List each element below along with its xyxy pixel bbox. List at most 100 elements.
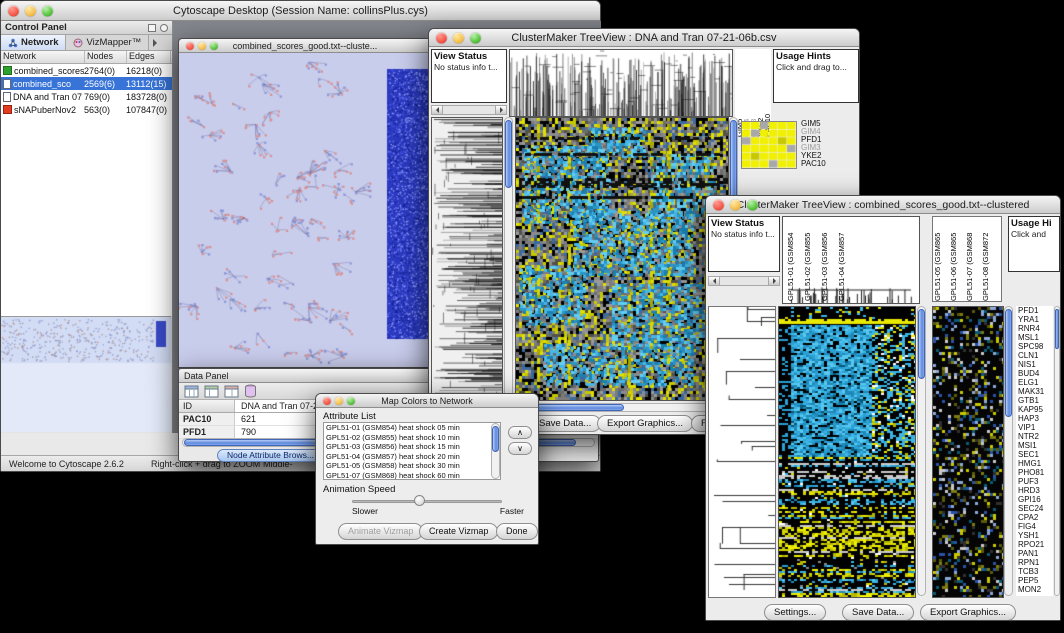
gene-list-scrollbar[interactable] <box>1054 306 1060 596</box>
column-label: GPL51-05 (GSM865 <box>933 217 949 301</box>
control-panel-header: Control Panel <box>1 21 172 35</box>
close-panel-icon[interactable] <box>160 24 168 32</box>
column-dendrogram-canvas[interactable] <box>509 49 733 117</box>
attribute-list-scrollbar[interactable] <box>491 423 500 479</box>
column-label: GPL51-04 (GSM857 <box>837 217 854 301</box>
scrollbar-thumb[interactable] <box>918 309 925 379</box>
scrollbar-thumb[interactable] <box>1005 309 1012 417</box>
minimize-button[interactable] <box>335 397 343 405</box>
attribute-item[interactable]: GPL51-05 (GSM858) heat shock 30 min <box>324 461 500 471</box>
treeview2-content: View Status No status info t... GPL51-01… <box>706 214 1060 620</box>
close-button[interactable] <box>8 5 19 16</box>
close-button[interactable] <box>436 32 447 43</box>
zoom-button[interactable] <box>210 42 218 50</box>
row-dendrogram-canvas[interactable] <box>431 117 503 401</box>
gene-label: PAN1 <box>1016 549 1053 558</box>
attribute-item[interactable]: GPL51-02 (GSM855) heat shock 10 min <box>324 433 500 443</box>
dendrogram-vscrollbar[interactable] <box>504 117 513 399</box>
done-button[interactable]: Done <box>496 523 538 540</box>
export-graphics-button[interactable]: Export Graphics... <box>920 604 1016 620</box>
birdseye-view-canvas[interactable] <box>1 316 171 432</box>
node-attribute-browser-button[interactable]: Node Attribute Brows... <box>217 449 324 462</box>
minimize-button[interactable] <box>198 42 206 50</box>
attribute-list[interactable]: GPL51-01 (GSM854) heat shock 05 minGPL51… <box>323 422 501 480</box>
save-data-button[interactable]: Save Data... <box>842 604 914 620</box>
tab-overflow-arrow[interactable] <box>149 35 165 50</box>
settings-button[interactable]: Settings... <box>764 604 826 620</box>
gene-label: HAP3 <box>1016 414 1053 423</box>
network-row[interactable]: combined_scores2764(0)16218(0) <box>1 64 172 77</box>
column-label: GPL51-08 (GSM872 <box>981 217 997 301</box>
gene-label: PAC10 <box>801 160 826 168</box>
attribute-store-icon[interactable] <box>244 384 257 398</box>
create-attribute-icon[interactable] <box>204 385 219 398</box>
float-panel-icon[interactable] <box>148 24 156 32</box>
export-graphics-button[interactable]: Export Graphics... <box>597 415 693 432</box>
map-colors-dialog: Map Colors to Network Attribute List GPL… <box>315 393 539 545</box>
scroll-left-arrow[interactable] <box>709 277 720 285</box>
minimize-button[interactable] <box>25 5 36 16</box>
animate-vizmap-button[interactable]: Animate Vizmap <box>338 523 423 540</box>
create-vizmap-button[interactable]: Create Vizmap <box>419 523 498 540</box>
mini-hscrollbar[interactable] <box>708 276 780 286</box>
close-button[interactable] <box>186 42 194 50</box>
save-data-button[interactable]: Save Data... <box>529 415 601 432</box>
gene-label: ELG1 <box>1016 378 1053 387</box>
treeview2-title: ClusterMaker TreeView : combined_scores_… <box>737 199 1030 211</box>
id-column-header[interactable]: ID <box>179 400 235 412</box>
scrollbar-thumb[interactable] <box>505 120 512 188</box>
zoom-heatmap-canvas[interactable] <box>741 121 797 169</box>
usage-hints-title: Usage Hints <box>776 51 856 62</box>
animation-speed-slider[interactable] <box>352 500 502 503</box>
global-heatmap-canvas[interactable] <box>778 306 916 598</box>
treeview2-title-bar[interactable]: ClusterMaker TreeView : combined_scores_… <box>706 196 1060 214</box>
attribute-item[interactable]: GPL51-07 (GSM868) heat shock 60 min <box>324 471 500 481</box>
main-title-bar[interactable]: Cytoscape Desktop (Session Name: collins… <box>1 1 600 21</box>
mini-hscrollbar[interactable] <box>431 105 507 115</box>
close-button[interactable] <box>323 397 331 405</box>
scrollbar-thumb[interactable] <box>1055 309 1059 349</box>
gene-label: SEC24 <box>1016 504 1053 513</box>
network-row[interactable]: combined_sco2569(6)13112(15) <box>1 77 172 90</box>
network-table-header[interactable]: Network Nodes Edges <box>1 51 172 64</box>
network-row[interactable]: sNAPuberNov2563(0)107847(0) <box>1 103 172 116</box>
tab-vizmapper[interactable]: VizMapper™ <box>66 35 149 50</box>
scrollbar-thumb[interactable] <box>492 426 499 452</box>
zoom-button[interactable] <box>42 5 53 16</box>
minimize-button[interactable] <box>453 32 464 43</box>
network-row[interactable]: DNA and Tran 07769(0)183728(0) <box>1 90 172 103</box>
scroll-left-arrow[interactable] <box>432 106 443 114</box>
network-icon <box>8 38 18 48</box>
scroll-right-arrow[interactable] <box>495 106 506 114</box>
attribute-item[interactable]: GPL51-04 (GSM857) heat shock 20 min <box>324 452 500 462</box>
zoom-vscrollbar[interactable] <box>1004 306 1013 596</box>
slider-thumb[interactable] <box>414 495 425 506</box>
dialog-title-bar[interactable]: Map Colors to Network <box>316 394 538 408</box>
select-attributes-icon[interactable] <box>184 385 199 398</box>
minimize-button[interactable] <box>730 199 741 210</box>
delete-attribute-icon[interactable] <box>224 385 239 398</box>
close-button[interactable] <box>713 199 724 210</box>
row-dendrogram-canvas[interactable] <box>708 306 776 598</box>
view-status-panel: View Status No status info t... <box>431 49 507 103</box>
move-down-button[interactable]: ∨ <box>508 442 532 455</box>
zoom-button[interactable] <box>747 199 758 210</box>
scroll-right-arrow[interactable] <box>768 277 779 285</box>
attribute-item[interactable]: GPL51-01 (GSM854) heat shock 05 min <box>324 423 500 433</box>
zoom-button[interactable] <box>470 32 481 43</box>
tab-network[interactable]: Network <box>1 35 66 50</box>
zoom-heatmap-canvas[interactable] <box>932 306 1004 598</box>
view-status-title: View Status <box>711 218 777 229</box>
gene-label: FIG4 <box>1016 522 1053 531</box>
gene-label: BUD4 <box>1016 369 1053 378</box>
attribute-item[interactable]: GPL51-03 (GSM856) heat shock 15 min <box>324 442 500 452</box>
gene-label: MON2 <box>1016 585 1053 594</box>
heatmap-vscrollbar[interactable] <box>917 306 926 596</box>
global-heatmap-canvas[interactable] <box>515 117 729 401</box>
palette-icon <box>73 38 83 48</box>
move-up-button[interactable]: ∧ <box>508 426 532 439</box>
network-view-title-bar[interactable]: combined_scores_good.txt--cluste... <box>179 39 431 53</box>
zoom-button[interactable] <box>347 397 355 405</box>
network-view-canvas[interactable] <box>179 53 431 367</box>
treeview1-title-bar[interactable]: ClusterMaker TreeView : DNA and Tran 07-… <box>429 29 859 47</box>
